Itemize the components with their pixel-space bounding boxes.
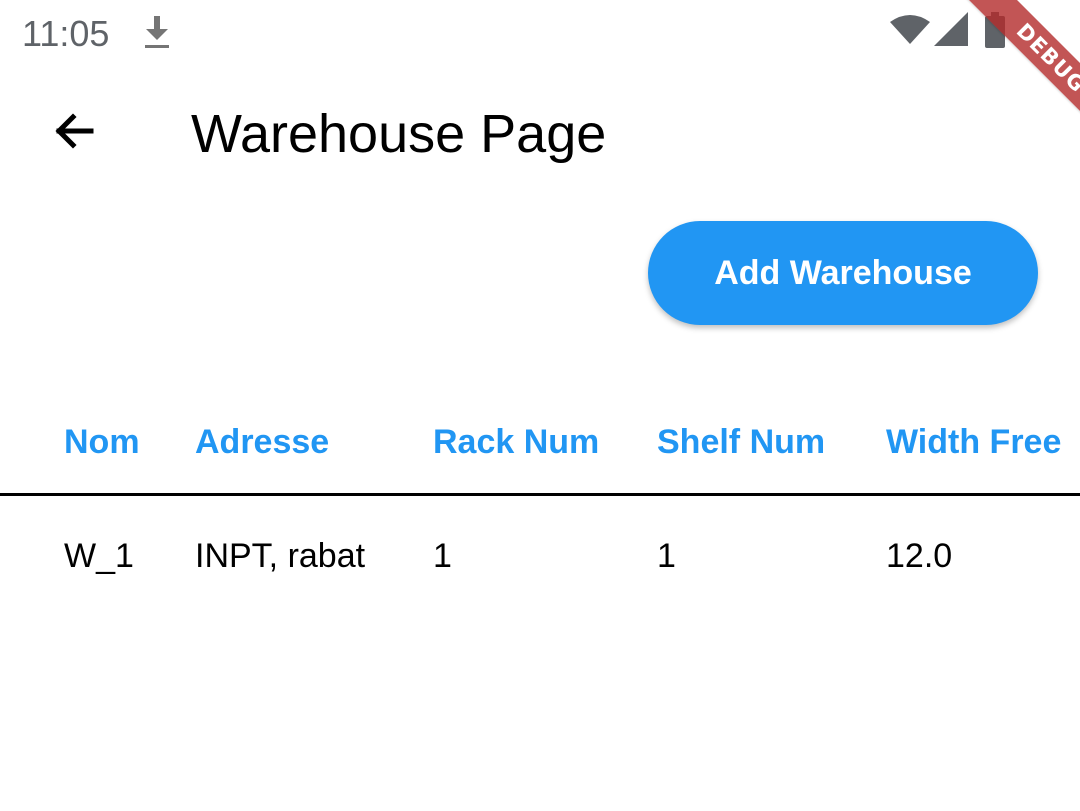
cell-shelf-num: 1	[657, 537, 676, 575]
back-button[interactable]	[40, 96, 110, 166]
add-warehouse-button[interactable]: Add Warehouse	[648, 221, 1038, 325]
column-header-adresse[interactable]: Adresse	[195, 422, 329, 462]
arrow-back-icon	[55, 113, 94, 149]
warehouse-table: Nom Adresse Rack Num Shelf Num Width Fre…	[0, 395, 1080, 616]
column-header-rack-num[interactable]: Rack Num	[433, 422, 599, 462]
page-title: Warehouse Page	[191, 104, 607, 164]
app-bar: Warehouse Page	[0, 70, 1080, 210]
column-header-shelf-num[interactable]: Shelf Num	[657, 422, 825, 462]
wifi-icon	[890, 15, 930, 44]
table-header: Nom Adresse Rack Num Shelf Num Width Fre…	[0, 395, 1080, 496]
cell-width-free: 12.0	[886, 537, 953, 575]
signal-icon	[934, 12, 968, 46]
column-header-nom[interactable]: Nom	[64, 422, 140, 462]
cell-rack-num: 1	[433, 537, 452, 575]
status-bar: 11:05	[0, 0, 1080, 70]
battery-icon	[985, 12, 1005, 48]
download-icon	[145, 16, 169, 48]
cell-adresse: INPT, rabat	[195, 537, 366, 575]
table-row[interactable]: W_1 INPT, rabat 1 1 12.0	[0, 496, 1080, 616]
column-header-width-free[interactable]: Width Free	[886, 422, 1061, 462]
status-time: 11:05	[22, 13, 110, 54]
cell-nom: W_1	[64, 537, 134, 575]
